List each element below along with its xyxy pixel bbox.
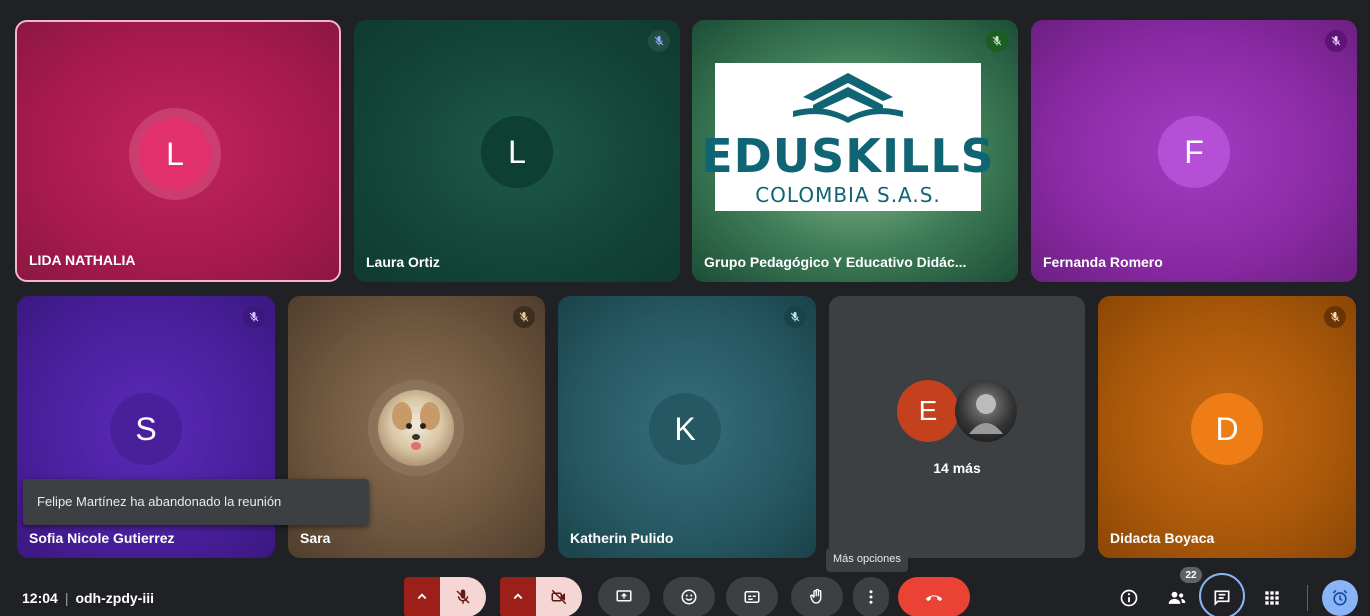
more-options-icon	[869, 590, 873, 604]
present-icon	[616, 590, 632, 602]
mic-off-icon	[1325, 30, 1347, 52]
chat-icon	[1214, 590, 1230, 606]
mic-off-icon	[513, 306, 535, 328]
avatar: S	[110, 393, 182, 465]
participant-name: Sofia Nicole Gutierrez	[29, 530, 175, 546]
video-options-button[interactable]	[500, 577, 536, 616]
meeting-info: 12:04 | odh-zpdy-iii	[22, 590, 154, 606]
people-button[interactable]	[1164, 585, 1190, 611]
mic-off-icon	[243, 306, 265, 328]
mic-off-icon	[456, 589, 470, 604]
info-icon	[1120, 589, 1138, 607]
participant-name: Didacta Boyaca	[1110, 530, 1215, 546]
meeting-time: 12:04	[22, 590, 58, 606]
more-options-tooltip: Más opciones	[826, 548, 908, 572]
avatar: L	[481, 116, 553, 188]
participant-name: Fernanda Romero	[1043, 254, 1163, 270]
participant-name: LIDA NATHALIA	[29, 252, 136, 268]
camera-toggle-button[interactable]	[536, 577, 582, 616]
microphone-toggle-button[interactable]	[440, 577, 486, 616]
meeting-code: odh-zpdy-iii	[75, 590, 154, 606]
avatar: D	[1191, 393, 1263, 465]
chat-button[interactable]	[1209, 585, 1235, 611]
timer-button[interactable]	[1322, 580, 1358, 616]
participant-tile-katherin-pulido[interactable]: K Katherin Pulido	[558, 296, 816, 558]
activities-icon	[1265, 591, 1279, 605]
participant-tile-lida-nathalia[interactable]: L LIDA NATHALIA	[15, 20, 341, 282]
avatar: E	[897, 380, 959, 442]
toolbar-divider	[1307, 585, 1308, 611]
avatar-photo	[378, 390, 454, 466]
participant-tile-laura-ortiz[interactable]: L Laura Ortiz	[354, 20, 680, 282]
activities-button[interactable]	[1259, 585, 1285, 611]
participant-left-notification: Felipe Martínez ha abandonado la reunión	[23, 479, 369, 525]
alarm-icon	[1332, 589, 1348, 606]
avatar: L	[139, 118, 211, 190]
people-icon	[1168, 591, 1186, 604]
captions-icon	[744, 591, 760, 603]
mic-off-icon	[784, 306, 806, 328]
person-photo-icon	[969, 394, 1003, 434]
participant-tile-fernanda-romero[interactable]: F Fernanda Romero	[1031, 20, 1357, 282]
chevron-up-icon	[417, 593, 427, 600]
mic-off-icon	[1324, 306, 1346, 328]
captions-button[interactable]	[726, 577, 778, 616]
meeting-details-button[interactable]	[1116, 585, 1142, 611]
dog-photo-icon	[392, 402, 440, 450]
camera-off-icon	[551, 589, 567, 605]
reactions-button[interactable]	[663, 577, 715, 616]
avatar: K	[649, 393, 721, 465]
more-participants-count: 14 más	[933, 460, 981, 476]
raise-hand-button[interactable]	[791, 577, 843, 616]
avatar-photo	[955, 380, 1017, 442]
audio-options-button[interactable]	[404, 577, 440, 616]
emoji-icon	[681, 589, 697, 605]
participant-tile-grupo-pedagogico[interactable]: EDUSKILLS COLOMBIA S.A.S. Grupo Pedagógi…	[692, 20, 1018, 282]
participant-name: Laura Ortiz	[366, 254, 440, 270]
participant-tile-more-participants[interactable]: E 14 más	[829, 296, 1085, 558]
open-book-icon	[793, 73, 903, 123]
organization-logo: EDUSKILLS COLOMBIA S.A.S.	[701, 63, 994, 211]
more-options-button[interactable]	[853, 577, 889, 616]
avatar: F	[1158, 116, 1230, 188]
raise-hand-icon	[809, 588, 822, 604]
participant-tile-didacta-boyaca[interactable]: D Didacta Boyaca	[1098, 296, 1356, 558]
participant-name: Katherin Pulido	[570, 530, 674, 546]
participant-count-badge: 22	[1180, 567, 1202, 583]
participant-name: Grupo Pedagógico Y Educativo Didác...	[704, 254, 967, 270]
mic-off-icon	[648, 30, 670, 52]
meeting-separator: |	[64, 590, 69, 606]
leave-call-button[interactable]	[898, 577, 970, 616]
participant-name: Sara	[300, 530, 331, 546]
chevron-up-icon	[513, 593, 523, 600]
hang-up-icon	[925, 595, 943, 602]
mic-off-icon	[986, 30, 1008, 52]
present-screen-button[interactable]	[598, 577, 650, 616]
